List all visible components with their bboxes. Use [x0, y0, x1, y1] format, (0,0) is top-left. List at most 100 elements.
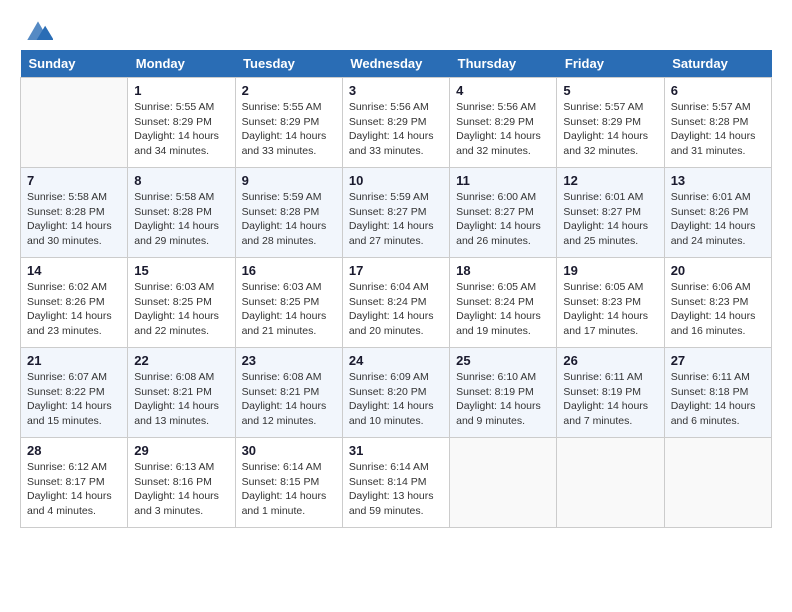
logo — [20, 20, 53, 40]
day-number: 15 — [134, 263, 228, 278]
header-row: SundayMondayTuesdayWednesdayThursdayFrid… — [21, 50, 772, 78]
day-number: 18 — [456, 263, 550, 278]
day-number: 27 — [671, 353, 765, 368]
calendar-cell: 23 Sunrise: 6:08 AMSunset: 8:21 PMDayligh… — [235, 348, 342, 438]
day-number: 14 — [27, 263, 121, 278]
calendar-cell: 6 Sunrise: 5:57 AMSunset: 8:28 PMDaylight… — [664, 78, 771, 168]
day-info: Sunrise: 6:08 AMSunset: 8:21 PMDaylight:… — [134, 370, 228, 429]
day-number: 24 — [349, 353, 443, 368]
day-info: Sunrise: 6:03 AMSunset: 8:25 PMDaylight:… — [242, 280, 336, 339]
day-header-tuesday: Tuesday — [235, 50, 342, 78]
day-number: 13 — [671, 173, 765, 188]
day-info: Sunrise: 5:56 AMSunset: 8:29 PMDaylight:… — [456, 100, 550, 159]
day-header-friday: Friday — [557, 50, 664, 78]
calendar-cell: 2Sunrise: 5:55 AMSunset: 8:29 PMDaylight… — [235, 78, 342, 168]
calendar-cell: 31 Sunrise: 6:14 AMSunset: 8:14 PMDayligh… — [342, 438, 449, 528]
day-header-saturday: Saturday — [664, 50, 771, 78]
day-info: Sunrise: 5:55 AMSunset: 8:29 PMDaylight:… — [134, 100, 228, 159]
day-info: Sunrise: 6:03 AMSunset: 8:25 PMDaylight:… — [134, 280, 228, 339]
day-number: 20 — [671, 263, 765, 278]
page-header — [20, 20, 772, 40]
day-info: Sunrise: 6:07 AMSunset: 8:22 PMDaylight:… — [27, 370, 121, 429]
day-info: Sunrise: 6:10 AMSunset: 8:19 PMDaylight:… — [456, 370, 550, 429]
day-number: 30 — [242, 443, 336, 458]
week-row: 21 Sunrise: 6:07 AMSunset: 8:22 PMDayligh… — [21, 348, 772, 438]
day-number: 9 — [242, 173, 336, 188]
day-info: Sunrise: 6:06 AMSunset: 8:23 PMDaylight:… — [671, 280, 765, 339]
calendar-cell: 17 Sunrise: 6:04 AMSunset: 8:24 PMDayligh… — [342, 258, 449, 348]
day-number: 26 — [563, 353, 657, 368]
calendar-cell — [664, 438, 771, 528]
calendar-cell: 25 Sunrise: 6:10 AMSunset: 8:19 PMDayligh… — [450, 348, 557, 438]
day-header-thursday: Thursday — [450, 50, 557, 78]
day-info: Sunrise: 5:57 AMSunset: 8:28 PMDaylight:… — [671, 100, 765, 159]
calendar-cell: 20 Sunrise: 6:06 AMSunset: 8:23 PMDayligh… — [664, 258, 771, 348]
calendar-cell: 22 Sunrise: 6:08 AMSunset: 8:21 PMDayligh… — [128, 348, 235, 438]
calendar-cell: 1 Sunrise: 5:55 AMSunset: 8:29 PMDaylight… — [128, 78, 235, 168]
day-info: Sunrise: 6:09 AMSunset: 8:20 PMDaylight:… — [349, 370, 443, 429]
calendar-cell: 5 Sunrise: 5:57 AMSunset: 8:29 PMDaylight… — [557, 78, 664, 168]
day-number: 12 — [563, 173, 657, 188]
calendar-cell: 16 Sunrise: 6:03 AMSunset: 8:25 PMDayligh… — [235, 258, 342, 348]
day-info: Sunrise: 6:12 AMSunset: 8:17 PMDaylight:… — [27, 460, 121, 519]
day-info: Sunrise: 6:00 AMSunset: 8:27 PMDaylight:… — [456, 190, 550, 249]
day-info: Sunrise: 6:05 AMSunset: 8:23 PMDaylight:… — [563, 280, 657, 339]
day-info: Sunrise: 6:08 AMSunset: 8:21 PMDaylight:… — [242, 370, 336, 429]
week-row: 28Sunrise: 6:12 AMSunset: 8:17 PMDayligh… — [21, 438, 772, 528]
day-number: 19 — [563, 263, 657, 278]
day-number: 3 — [349, 83, 443, 98]
calendar-cell: 28Sunrise: 6:12 AMSunset: 8:17 PMDayligh… — [21, 438, 128, 528]
day-info: Sunrise: 6:04 AMSunset: 8:24 PMDaylight:… — [349, 280, 443, 339]
day-header-monday: Monday — [128, 50, 235, 78]
day-number: 1 — [134, 83, 228, 98]
day-number: 6 — [671, 83, 765, 98]
calendar-cell: 8Sunrise: 5:58 AMSunset: 8:28 PMDaylight… — [128, 168, 235, 258]
day-number: 4 — [456, 83, 550, 98]
week-row: 7 Sunrise: 5:58 AMSunset: 8:28 PMDaylight… — [21, 168, 772, 258]
week-row: 1 Sunrise: 5:55 AMSunset: 8:29 PMDaylight… — [21, 78, 772, 168]
calendar-cell: 21 Sunrise: 6:07 AMSunset: 8:22 PMDayligh… — [21, 348, 128, 438]
calendar-cell: 12 Sunrise: 6:01 AMSunset: 8:27 PMDayligh… — [557, 168, 664, 258]
day-info: Sunrise: 6:11 AMSunset: 8:18 PMDaylight:… — [671, 370, 765, 429]
calendar-cell: 26Sunrise: 6:11 AMSunset: 8:19 PMDayligh… — [557, 348, 664, 438]
calendar-cell: 7 Sunrise: 5:58 AMSunset: 8:28 PMDaylight… — [21, 168, 128, 258]
day-info: Sunrise: 5:59 AMSunset: 8:28 PMDaylight:… — [242, 190, 336, 249]
day-header-wednesday: Wednesday — [342, 50, 449, 78]
calendar-cell: 15 Sunrise: 6:03 AMSunset: 8:25 PMDayligh… — [128, 258, 235, 348]
calendar-cell: 19 Sunrise: 6:05 AMSunset: 8:23 PMDayligh… — [557, 258, 664, 348]
day-number: 2 — [242, 83, 336, 98]
calendar-cell: 3Sunrise: 5:56 AMSunset: 8:29 PMDaylight… — [342, 78, 449, 168]
day-number: 22 — [134, 353, 228, 368]
day-info: Sunrise: 5:58 AMSunset: 8:28 PMDaylight:… — [27, 190, 121, 249]
day-header-sunday: Sunday — [21, 50, 128, 78]
day-info: Sunrise: 6:02 AMSunset: 8:26 PMDaylight:… — [27, 280, 121, 339]
calendar-cell: 14 Sunrise: 6:02 AMSunset: 8:26 PMDayligh… — [21, 258, 128, 348]
day-number: 25 — [456, 353, 550, 368]
day-number: 5 — [563, 83, 657, 98]
day-number: 23 — [242, 353, 336, 368]
day-number: 29 — [134, 443, 228, 458]
day-number: 21 — [27, 353, 121, 368]
day-number: 8 — [134, 173, 228, 188]
day-info: Sunrise: 6:01 AMSunset: 8:26 PMDaylight:… — [671, 190, 765, 249]
day-number: 7 — [27, 173, 121, 188]
calendar-cell: 30 Sunrise: 6:14 AMSunset: 8:15 PMDayligh… — [235, 438, 342, 528]
day-info: Sunrise: 5:57 AMSunset: 8:29 PMDaylight:… — [563, 100, 657, 159]
calendar-cell: 13 Sunrise: 6:01 AMSunset: 8:26 PMDayligh… — [664, 168, 771, 258]
day-info: Sunrise: 5:59 AMSunset: 8:27 PMDaylight:… — [349, 190, 443, 249]
calendar-cell: 27 Sunrise: 6:11 AMSunset: 8:18 PMDayligh… — [664, 348, 771, 438]
day-number: 17 — [349, 263, 443, 278]
day-info: Sunrise: 6:14 AMSunset: 8:14 PMDaylight:… — [349, 460, 443, 519]
calendar-cell — [557, 438, 664, 528]
calendar-cell: 29 Sunrise: 6:13 AMSunset: 8:16 PMDayligh… — [128, 438, 235, 528]
week-row: 14 Sunrise: 6:02 AMSunset: 8:26 PMDayligh… — [21, 258, 772, 348]
calendar-cell — [450, 438, 557, 528]
day-number: 16 — [242, 263, 336, 278]
day-number: 31 — [349, 443, 443, 458]
logo-icon — [23, 20, 53, 40]
day-info: Sunrise: 6:01 AMSunset: 8:27 PMDaylight:… — [563, 190, 657, 249]
day-info: Sunrise: 6:14 AMSunset: 8:15 PMDaylight:… — [242, 460, 336, 519]
day-info: Sunrise: 6:13 AMSunset: 8:16 PMDaylight:… — [134, 460, 228, 519]
calendar-cell — [21, 78, 128, 168]
calendar-cell: 18Sunrise: 6:05 AMSunset: 8:24 PMDayligh… — [450, 258, 557, 348]
